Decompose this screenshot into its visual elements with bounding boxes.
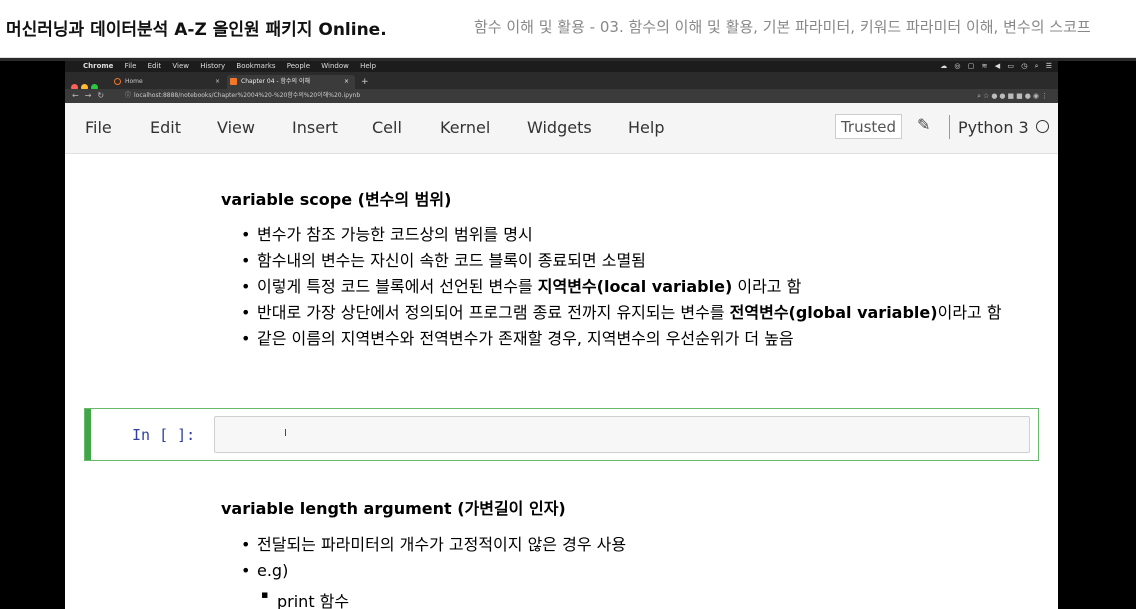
code-input[interactable]: I: [214, 416, 1030, 453]
menu-widgets[interactable]: Widgets: [527, 118, 592, 137]
clock-icon[interactable]: ◷: [1021, 62, 1027, 70]
tab-chapter04-label: Chapter 04 - 함수의 이해: [241, 78, 311, 85]
mac-menu-file[interactable]: File: [125, 62, 137, 70]
forward-icon[interactable]: →: [85, 91, 98, 100]
trusted-indicator[interactable]: Trusted: [835, 114, 902, 139]
tab-chapter04[interactable]: Chapter 04 - 함수의 이해 ×: [227, 75, 355, 89]
info-icon: ⓘ: [125, 92, 132, 99]
menu-cell[interactable]: Cell: [372, 118, 402, 137]
mac-menu-edit[interactable]: Edit: [148, 62, 162, 70]
notebook-favicon-icon: [230, 78, 237, 85]
course-header: 머신러닝과 데이터분석 A-Z 올인원 패키지 Online. 함수 이해 및 …: [0, 0, 1136, 58]
tab-close-icon[interactable]: ×: [344, 75, 349, 89]
jupyter-favicon-icon: [114, 78, 121, 85]
extension-icon[interactable]: ●: [1025, 92, 1033, 100]
extension-icon[interactable]: ●: [999, 92, 1007, 100]
mac-menu-people[interactable]: People: [287, 62, 310, 70]
list-item-text: 이라고 함: [937, 303, 1002, 322]
status-icons: ☁ ◎ ▢ ≋ ◀ ▭ ◷ ⌕ ☰: [935, 61, 1052, 72]
list-item-text: 이렇게 특정 코드 블록에서 선언된 변수를: [257, 277, 538, 296]
section-heading-varargs: variable length argument (가변길이 인자): [221, 499, 566, 518]
tab-close-icon[interactable]: ×: [215, 75, 220, 89]
mac-menu-help[interactable]: Help: [360, 62, 376, 70]
kernel-divider: [949, 115, 950, 139]
mac-menu-history[interactable]: History: [200, 62, 225, 70]
bold-term: 전역변수(global variable): [729, 303, 938, 322]
menu-kernel[interactable]: Kernel: [440, 118, 490, 137]
jupyter-menubar: File Edit View Insert Cell Kernel Widget…: [65, 103, 1058, 154]
browser-addressbar: ←→↻ ⓘ localhost:8888/notebooks/Chapter%20…: [65, 89, 1058, 103]
kernel-name[interactable]: Python 3: [958, 118, 1029, 137]
square-icon[interactable]: ▢: [968, 62, 975, 70]
wifi-icon[interactable]: ≋: [982, 62, 988, 70]
profile-icon[interactable]: ◉: [1033, 92, 1041, 100]
extension-icons: ⌕☆●●■■●◉⋮: [977, 89, 1050, 103]
circle-icon[interactable]: ◎: [954, 62, 960, 70]
menu-file[interactable]: File: [85, 118, 112, 137]
list-item: 변수가 참조 가능한 코드상의 범위를 명시: [241, 222, 1017, 248]
nav-buttons: ←→↻: [72, 89, 110, 103]
bold-term: 지역변수(local variable): [537, 277, 733, 296]
reload-icon[interactable]: ↻: [97, 91, 110, 100]
recorded-screen: Chrome File Edit View History Bookmarks …: [65, 61, 1058, 609]
mac-menu-window[interactable]: Window: [321, 62, 349, 70]
cloud-icon[interactable]: ☁: [940, 62, 947, 70]
section-heading-scope: variable scope (변수의 범위): [221, 190, 452, 209]
mac-menu-view[interactable]: View: [172, 62, 189, 70]
sub-list-item: print 함수: [261, 588, 349, 609]
course-title: 머신러닝과 데이터분석 A-Z 올인원 패키지 Online.: [6, 20, 387, 40]
extension-icon[interactable]: ■: [1008, 92, 1017, 100]
extension-icon[interactable]: ■: [1016, 92, 1025, 100]
volume-icon[interactable]: ◀: [995, 62, 1000, 70]
more-icon[interactable]: ⋮: [1041, 92, 1050, 100]
list-item: 반대로 가장 상단에서 정의되어 프로그램 종료 전까지 유지되는 변수를 전역…: [241, 300, 1017, 326]
notebook-content: variable scope (변수의 범위) 변수가 참조 가능한 코드상의 …: [65, 154, 1058, 609]
list-item: 전달되는 파라미터의 개수가 고정적이지 않은 경우 사용: [241, 532, 626, 558]
mac-menubar: Chrome File Edit View History Bookmarks …: [65, 61, 1058, 72]
kernel-status-icon: [1036, 120, 1049, 133]
url-field[interactable]: ⓘ localhost:8888/notebooks/Chapter%2004%2…: [125, 90, 360, 102]
control-center-icon[interactable]: ☰: [1046, 62, 1052, 70]
scope-bullet-list: 변수가 참조 가능한 코드상의 범위를 명시 함수내의 변수는 자신이 속한 코…: [241, 222, 1017, 352]
menu-edit[interactable]: Edit: [150, 118, 181, 137]
list-item-text: 반대로 가장 상단에서 정의되어 프로그램 종료 전까지 유지되는 변수를: [257, 303, 730, 322]
mac-menu-bookmarks[interactable]: Bookmarks: [236, 62, 275, 70]
battery-icon[interactable]: ▭: [1007, 62, 1014, 70]
cell-selection-bar: [85, 409, 91, 460]
search-icon[interactable]: ⌕: [1035, 62, 1039, 70]
tab-home-label: Home: [125, 78, 143, 85]
list-item: 함수내의 변수는 자신이 속한 코드 블록이 종료되면 소멸됨: [241, 248, 1017, 274]
varargs-bullet-list: 전달되는 파라미터의 개수가 고정적이지 않은 경우 사용 e.g): [241, 532, 626, 584]
list-item: 같은 이름의 지역변수와 전역변수가 존재할 경우, 지역변수의 우선순위가 더…: [241, 326, 1017, 352]
input-prompt: In [ ]:: [132, 426, 196, 444]
list-item: 이렇게 특정 코드 블록에서 선언된 변수를 지역변수(local variab…: [241, 274, 1017, 300]
list-item-text: 이라고 함: [732, 277, 802, 296]
tab-home[interactable]: Home ×: [111, 75, 226, 89]
menu-insert[interactable]: Insert: [292, 118, 338, 137]
menu-help[interactable]: Help: [628, 118, 664, 137]
list-item: e.g): [241, 558, 626, 584]
text-cursor: I: [284, 428, 287, 439]
pencil-icon[interactable]: ✎: [917, 115, 930, 134]
back-icon[interactable]: ←: [72, 91, 85, 100]
new-tab-button[interactable]: +: [361, 75, 369, 89]
browser-tabbar: Home × Chapter 04 - 함수의 이해 × +: [65, 72, 1058, 91]
mac-menu-chrome[interactable]: Chrome: [83, 62, 113, 70]
url-text: localhost:8888/notebooks/Chapter%2004%20…: [134, 92, 361, 99]
course-subtitle: 함수 이해 및 활용 - 03. 함수의 이해 및 활용, 기본 파라미터, 키…: [474, 18, 1091, 36]
menu-view[interactable]: View: [217, 118, 255, 137]
code-cell[interactable]: In [ ]: I: [84, 408, 1039, 461]
